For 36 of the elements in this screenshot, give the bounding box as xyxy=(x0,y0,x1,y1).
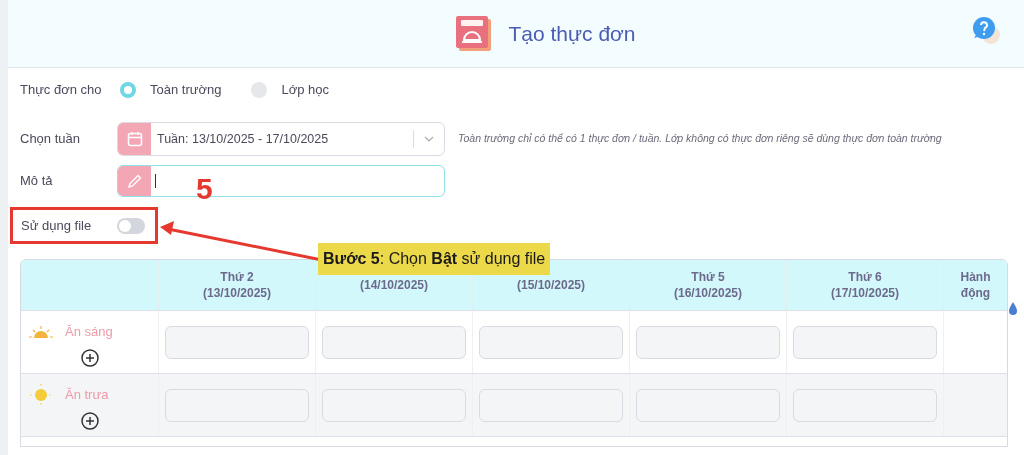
chevron-down-icon xyxy=(424,136,434,142)
week-select[interactable]: Tuần: 13/10/2025 - 17/10/2025 xyxy=(117,122,445,156)
dish-field[interactable] xyxy=(479,388,623,422)
description-field[interactable] xyxy=(117,165,445,197)
callout-label: Bước 5: Chọn Bật sử dụng file xyxy=(318,243,551,275)
meal-name: Ăn sáng xyxy=(65,323,113,342)
sun-icon xyxy=(29,383,53,407)
dish-field[interactable] xyxy=(165,388,309,422)
radio-option[interactable]: Toàn trường xyxy=(120,80,222,100)
add-icon[interactable] xyxy=(81,412,99,430)
description-label: Mô tả xyxy=(20,172,54,191)
dish-field[interactable] xyxy=(479,325,623,359)
menu-icon xyxy=(456,15,493,52)
page-title: Tạo thực đơn xyxy=(508,20,636,47)
dish-field[interactable] xyxy=(793,388,937,422)
week-label: Chọn tuần xyxy=(20,130,81,149)
dish-field[interactable] xyxy=(165,325,309,359)
meal-name: Ăn trưa xyxy=(65,386,109,405)
radio-option[interactable]: Lớp học xyxy=(251,80,329,100)
action-header: Hành động xyxy=(959,269,992,302)
add-icon[interactable] xyxy=(81,349,99,367)
sunrise-icon xyxy=(29,325,53,339)
dish-field[interactable] xyxy=(793,325,937,359)
dish-field[interactable] xyxy=(322,325,466,359)
week-hint: Toàn trường chỉ có thể có 1 thực đơn / tuần. Lớp không có thực đơn riêng sẽ dùng thực đơn toàn trường xyxy=(458,131,942,147)
use-file-toggle[interactable] xyxy=(117,217,145,234)
dish-field[interactable] xyxy=(322,388,466,422)
pencil-icon xyxy=(127,173,142,189)
text-cursor xyxy=(155,174,156,188)
use-file-label: Sử dụng file xyxy=(21,216,93,235)
help-icon[interactable] xyxy=(972,16,1002,46)
dish-field[interactable] xyxy=(636,388,780,422)
audience-label: Thực đơn cho xyxy=(20,81,103,100)
dish-field[interactable] xyxy=(636,325,780,359)
step-number: 5 xyxy=(196,171,213,207)
calendar-icon xyxy=(126,131,143,147)
